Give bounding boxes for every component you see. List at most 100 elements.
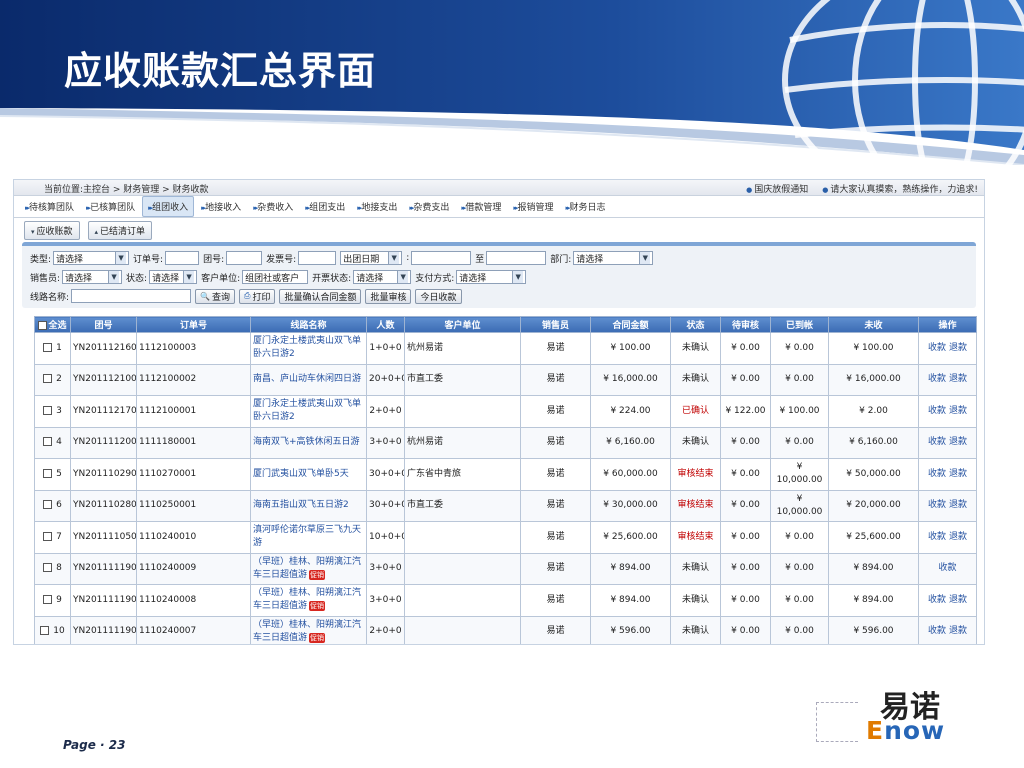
refund-link[interactable]: 退款 bbox=[949, 469, 967, 479]
row-checkbox[interactable] bbox=[43, 500, 53, 510]
order-no-input[interactable] bbox=[165, 251, 200, 265]
row-checkbox[interactable] bbox=[43, 405, 53, 415]
pay-method-select[interactable]: 请选择 ▼ bbox=[456, 270, 527, 284]
customer-input[interactable]: 组团社或客户 bbox=[242, 270, 309, 284]
route-name-cell[interactable]: 海南双飞+高铁休闲五日游 bbox=[250, 426, 367, 459]
print-button[interactable]: ⎙ 打印 bbox=[239, 288, 276, 304]
row-checkbox[interactable] bbox=[43, 342, 53, 352]
route-name-text[interactable]: 滇河呼伦诺尔草原三飞九天游 bbox=[253, 525, 361, 548]
receive-link[interactable]: 收款 bbox=[938, 563, 956, 573]
nav-item[interactable]: 杂费支出 bbox=[404, 197, 454, 216]
nav-item[interactable]: 杂费收入 bbox=[248, 197, 298, 216]
batch-confirm-button[interactable]: 批量确认合同金额 bbox=[279, 288, 362, 304]
route-name-text[interactable]: 厦门永定土楼武夷山双飞单卧六日游2 bbox=[253, 336, 361, 359]
receive-link[interactable]: 收款 bbox=[928, 406, 946, 416]
nav-item[interactable]: 地接收入 bbox=[196, 197, 246, 216]
dept-select[interactable]: 请选择 ▼ bbox=[573, 251, 654, 265]
query-button[interactable]: 🔍 查询 bbox=[195, 288, 236, 304]
nav-item[interactable]: 组团收入 bbox=[142, 196, 195, 217]
customer-cell bbox=[404, 395, 521, 428]
route-name-text[interactable]: 厦门武夷山双飞单卧5天 bbox=[253, 469, 349, 479]
route-name-text[interactable]: 海南双飞+高铁休闲五日游 bbox=[253, 437, 360, 447]
tab-receivables[interactable]: ▾ 应收账款 bbox=[24, 220, 80, 240]
row-select-cell[interactable]: 7 bbox=[34, 521, 71, 554]
refund-link[interactable]: 退款 bbox=[949, 626, 967, 636]
today-receipts-button[interactable]: 今日收款 bbox=[415, 288, 462, 304]
row-select-cell[interactable]: 10 bbox=[34, 615, 71, 644]
route-name-cell[interactable]: 厦门永定土楼武夷山双飞单卧六日游2 bbox=[250, 395, 367, 428]
row-select-cell[interactable]: 5 bbox=[34, 458, 71, 491]
column-header: 操作 bbox=[918, 316, 977, 333]
refund-link[interactable]: 退款 bbox=[949, 595, 967, 605]
route-name-cell[interactable]: （早班）桂林、阳朔漓江汽车三日超值游 促销 bbox=[250, 584, 367, 617]
row-select-cell[interactable]: 2 bbox=[34, 363, 71, 396]
route-name-cell[interactable]: 厦门武夷山双飞单卧5天 bbox=[250, 458, 367, 491]
route-name-text[interactable]: 厦门永定土楼武夷山双飞单卧六日游2 bbox=[253, 399, 361, 422]
route-name-cell[interactable]: 南昌、庐山动车休闲四日游 bbox=[250, 363, 367, 396]
nav-item[interactable]: 报销管理 bbox=[508, 197, 558, 216]
chevron-down-icon: ▼ bbox=[512, 271, 524, 283]
row-select-cell[interactable]: 6 bbox=[34, 489, 71, 522]
date-from-input[interactable] bbox=[411, 251, 472, 265]
row-select-cell[interactable]: 4 bbox=[34, 426, 71, 459]
nav-item[interactable]: 财务日志 bbox=[560, 197, 610, 216]
receive-link[interactable]: 收款 bbox=[928, 626, 946, 636]
receive-link[interactable]: 收款 bbox=[928, 500, 946, 510]
invoice-no-input[interactable] bbox=[298, 251, 337, 265]
status-select[interactable]: 请选择 ▼ bbox=[149, 270, 198, 284]
filter-panel: 类型: 请选择 ▼ 订单号: 团号: 发票号: 出团日期 ▼ : 至 部门: 请选择… bbox=[22, 242, 976, 308]
receive-link[interactable]: 收款 bbox=[928, 343, 946, 353]
row-checkbox[interactable] bbox=[43, 468, 53, 478]
refund-link[interactable]: 退款 bbox=[949, 343, 967, 353]
select-all-header[interactable]: 全选 bbox=[34, 316, 71, 333]
row-checkbox[interactable] bbox=[43, 563, 53, 573]
row-checkbox[interactable] bbox=[40, 626, 50, 636]
group-no-input[interactable] bbox=[226, 251, 263, 265]
type-select[interactable]: 请选择 ▼ bbox=[53, 251, 130, 265]
receive-link[interactable]: 收款 bbox=[928, 532, 946, 542]
date-type-select[interactable]: 出团日期 ▼ bbox=[340, 251, 403, 265]
receive-link[interactable]: 收款 bbox=[928, 595, 946, 605]
receive-link[interactable]: 收款 bbox=[928, 469, 946, 479]
route-name-cell[interactable]: 海南五指山双飞五日游2 bbox=[250, 489, 367, 522]
route-name-cell[interactable]: 滇河呼伦诺尔草原三飞九天游 bbox=[250, 521, 367, 554]
notice-item[interactable]: 国庆放假通知 bbox=[746, 182, 808, 195]
people-cell: 3+0+0 bbox=[366, 552, 405, 585]
route-name-text[interactable]: 南昌、庐山动车休闲四日游 bbox=[253, 374, 361, 384]
nav-item[interactable]: 已核算团队 bbox=[81, 197, 140, 216]
row-select-cell[interactable]: 9 bbox=[34, 584, 71, 617]
row-checkbox[interactable] bbox=[43, 594, 53, 604]
tab-settled-orders[interactable]: ▴ 已结清订单 bbox=[87, 220, 153, 240]
route-name-cell[interactable]: （早班）桂林、阳朔漓江汽车三日超值游 促销 bbox=[250, 552, 367, 585]
row-checkbox[interactable] bbox=[43, 437, 53, 447]
receive-link[interactable]: 收款 bbox=[928, 437, 946, 447]
refund-link[interactable]: 退款 bbox=[949, 437, 967, 447]
refund-link[interactable]: 退款 bbox=[949, 406, 967, 416]
receive-link[interactable]: 收款 bbox=[928, 374, 946, 384]
refund-link[interactable]: 退款 bbox=[949, 500, 967, 510]
route-name-text[interactable]: （早班）桂林、阳朔漓江汽车三日超值游 bbox=[253, 588, 361, 611]
nav-item[interactable]: 地接支出 bbox=[352, 197, 402, 216]
select-all-checkbox[interactable] bbox=[38, 321, 48, 330]
refund-link[interactable]: 退款 bbox=[949, 532, 967, 542]
row-select-cell[interactable]: 8 bbox=[34, 552, 71, 585]
route-name-cell[interactable]: （早班）桂林、阳朔漓江汽车三日超值游 促销 bbox=[250, 615, 367, 644]
invoice-status-select[interactable]: 请选择 ▼ bbox=[353, 270, 412, 284]
seller-select[interactable]: 请选择 ▼ bbox=[62, 270, 123, 284]
route-name-text[interactable]: （早班）桂林、阳朔漓江汽车三日超值游 bbox=[253, 620, 361, 643]
row-select-cell[interactable]: 1 bbox=[34, 332, 71, 365]
nav-item[interactable]: 组团支出 bbox=[300, 197, 350, 216]
route-name-text[interactable]: 海南五指山双飞五日游2 bbox=[253, 500, 349, 510]
batch-audit-button[interactable]: 批量审核 bbox=[365, 288, 412, 304]
row-checkbox[interactable] bbox=[43, 374, 53, 384]
date-to-input[interactable] bbox=[486, 251, 547, 265]
route-name-text[interactable]: （早班）桂林、阳朔漓江汽车三日超值游 bbox=[253, 557, 361, 580]
nav-item[interactable]: 借款管理 bbox=[456, 197, 506, 216]
refund-link[interactable]: 退款 bbox=[949, 374, 967, 384]
notice-item[interactable]: 请大家认真摸索，熟练操作，力追求! bbox=[822, 182, 978, 195]
row-select-cell[interactable]: 3 bbox=[34, 395, 71, 428]
nav-item[interactable]: 待核算团队 bbox=[20, 197, 79, 216]
route-name-cell[interactable]: 厦门永定土楼武夷山双飞单卧六日游2 bbox=[250, 332, 367, 365]
row-checkbox[interactable] bbox=[43, 531, 53, 541]
route-name-input[interactable] bbox=[71, 289, 192, 303]
